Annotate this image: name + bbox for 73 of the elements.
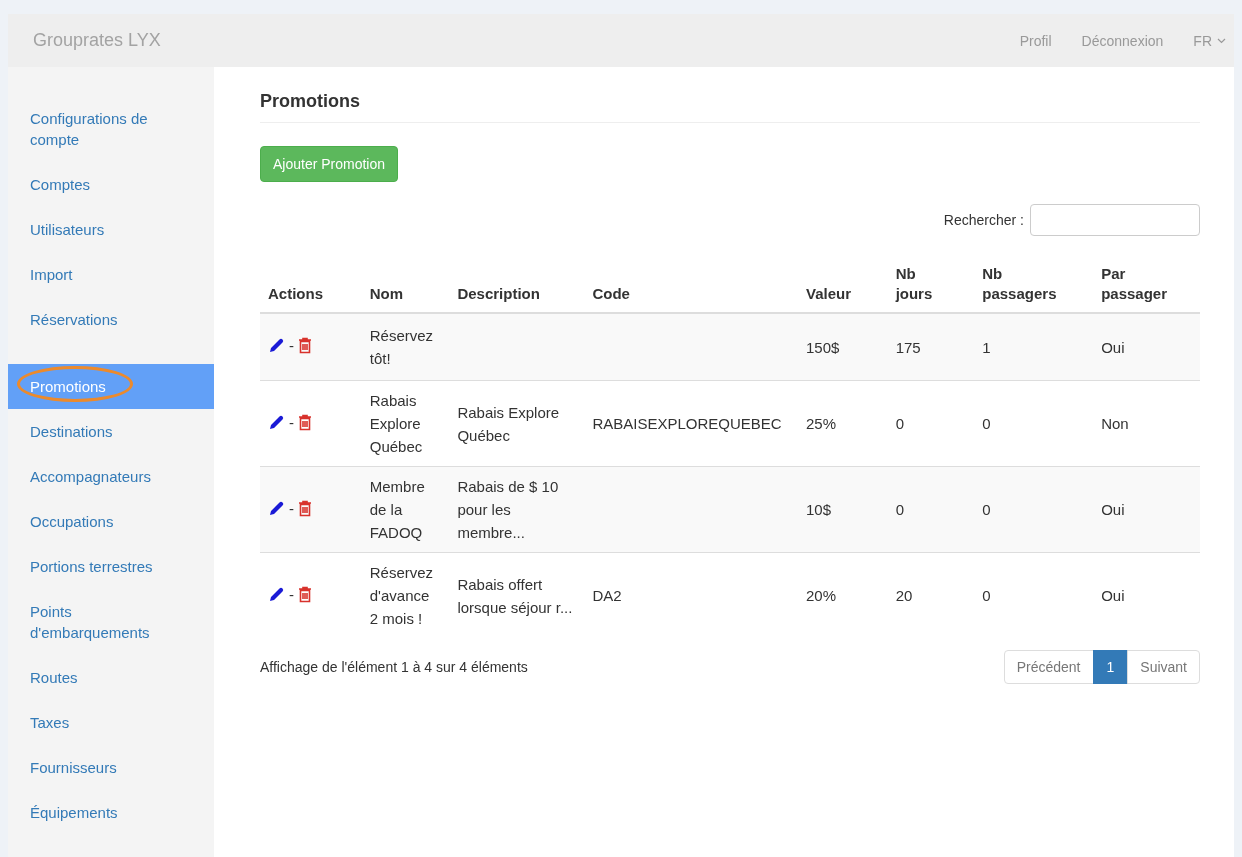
- add-promotion-button[interactable]: Ajouter Promotion: [260, 146, 399, 182]
- trash-icon[interactable]: [298, 337, 312, 354]
- nav-link[interactable]: Profil: [1004, 32, 1067, 49]
- sidebar-item[interactable]: Routes: [8, 655, 214, 700]
- sidebar-item[interactable]: Occupations: [8, 499, 214, 544]
- sidebar-item[interactable]: Destinations: [8, 409, 214, 454]
- separator: -: [289, 336, 294, 356]
- table-cell: 20: [895, 587, 913, 604]
- search-field[interactable]: [1030, 204, 1200, 236]
- table-cell: Membre de la FADOQ: [369, 478, 425, 541]
- sidebar-item[interactable]: Accompagnateurs: [8, 454, 214, 499]
- column-header[interactable]: Nb jours: [895, 264, 933, 304]
- table-cell: 0: [895, 501, 904, 518]
- separator: -: [289, 412, 294, 433]
- page-title: Promotions: [260, 91, 1200, 123]
- trash-icon[interactable]: [298, 499, 312, 517]
- column-header[interactable]: Nb passagers: [982, 264, 1057, 304]
- separator: -: [289, 498, 294, 519]
- trash-icon[interactable]: [298, 413, 312, 431]
- table-cell: Réservez tôt!: [369, 327, 434, 367]
- table-cell: 20%: [805, 587, 836, 604]
- table-cell: DA2: [592, 587, 622, 604]
- page-button[interactable]: 1: [1092, 650, 1129, 684]
- pencil-icon[interactable]: [268, 499, 285, 517]
- sidebar-item[interactable]: Réservations: [8, 297, 214, 342]
- column-header[interactable]: Nom: [369, 284, 404, 304]
- table-cell: Non: [1101, 415, 1129, 432]
- table-cell: 0: [895, 415, 904, 432]
- table-cell: 0: [982, 587, 991, 604]
- column-header[interactable]: Code: [592, 284, 630, 304]
- sidebar-item[interactable]: Utilisateurs: [8, 207, 214, 252]
- table-cell: Oui: [1101, 501, 1125, 518]
- sidebar-item[interactable]: Comptes: [8, 162, 214, 207]
- table-cell: 0: [982, 415, 991, 432]
- pagination-button[interactable]: Suivant: [1127, 650, 1200, 684]
- sidebar-item[interactable]: Promotions: [8, 364, 214, 409]
- pencil-icon[interactable]: [268, 585, 285, 603]
- table-cell: 150$: [805, 338, 840, 356]
- sidebar-item[interactable]: Portions terrestres: [8, 544, 214, 589]
- column-header[interactable]: Par passager: [1101, 264, 1167, 304]
- sidebar-item[interactable]: Configurations de compte: [8, 96, 214, 162]
- table-cell: Rabais Explore Québec: [457, 403, 560, 444]
- table-cell: Réservez d'avance 2 mois !: [369, 564, 434, 627]
- table-cell: 10$: [805, 501, 831, 518]
- pencil-icon[interactable]: [268, 413, 285, 431]
- table-cell: Rabais offert lorsque séjour r...: [457, 575, 573, 616]
- table-cell: 0: [982, 501, 991, 518]
- column-header[interactable]: Valeur: [805, 284, 851, 304]
- pagination-button[interactable]: Précédent: [1003, 650, 1094, 684]
- table-cell: Rabais de $ 10 pour les membre...: [457, 478, 559, 541]
- table-cell: Rabais Explore Québec: [369, 392, 423, 455]
- table-cell: Oui: [1101, 338, 1125, 356]
- column-header[interactable]: Description: [457, 284, 540, 304]
- separator: -: [289, 584, 294, 605]
- table-info: Affichage de l'élément 1 à 4 sur 4 éléments: [260, 659, 528, 675]
- table-cell: 1: [982, 338, 991, 356]
- column-header[interactable]: Actions: [268, 284, 323, 304]
- table-cell: 175: [895, 338, 921, 356]
- sidebar-item[interactable]: Fournisseurs: [8, 745, 214, 790]
- search-label: Rechercher :: [943, 212, 1024, 228]
- sidebar-item[interactable]: Équipements: [8, 790, 214, 835]
- pencil-icon[interactable]: [268, 337, 285, 354]
- language-dropdown[interactable]: FR: [1178, 32, 1234, 49]
- sidebar-item[interactable]: Import: [8, 252, 214, 297]
- sidebar-item[interactable]: Taxes: [8, 700, 214, 745]
- nav-link[interactable]: Déconnexion: [1066, 32, 1179, 49]
- table-cell: Oui: [1101, 587, 1125, 604]
- sidebar-item[interactable]: Points d'embarquements: [8, 589, 214, 655]
- table-cell: RABAISEXPLOREQUEBEC: [592, 415, 782, 432]
- brand-name[interactable]: Grouprates LYX: [33, 30, 161, 51]
- table-cell: 25%: [805, 415, 836, 432]
- chevron-down-icon: [1217, 37, 1226, 44]
- trash-icon[interactable]: [298, 585, 312, 603]
